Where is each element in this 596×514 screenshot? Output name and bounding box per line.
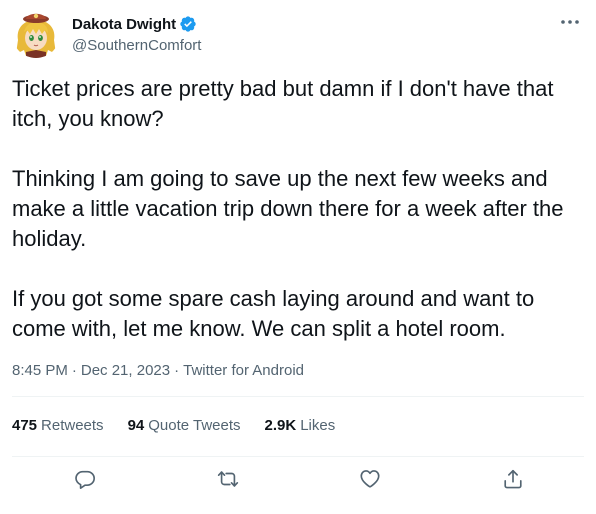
tweet-card: Dakota Dwight @SouthernComfort Ticket pr…: [0, 0, 596, 514]
avatar-image: [12, 10, 60, 58]
tweet-paragraph: Ticket prices are pretty bad but damn if…: [12, 76, 554, 131]
retweets-label: Retweets: [41, 417, 104, 434]
verified-badge-icon: [179, 15, 197, 33]
likes-label: Likes: [300, 417, 336, 434]
reply-icon: [75, 470, 95, 489]
tweet-text: Ticket prices are pretty bad but damn if…: [12, 74, 584, 344]
divider: [12, 396, 584, 397]
quote-tweets-count: 94: [127, 417, 145, 434]
tweet-date[interactable]: Dec 21, 2023: [81, 362, 170, 379]
retweets-count: 475: [12, 417, 38, 434]
share-button[interactable]: [500, 466, 526, 492]
display-name[interactable]: Dakota Dwight: [72, 16, 176, 33]
meta-separator: ·: [174, 362, 180, 379]
tweet-meta: 8:45 PM · Dec 21, 2023 · Twitter for And…: [12, 362, 304, 379]
quote-tweets-label: Quote Tweets: [148, 417, 241, 434]
likes-count: 2.9K: [264, 417, 297, 434]
avatar[interactable]: [12, 10, 60, 58]
tweet-paragraph: Thinking I am going to save up the next …: [12, 166, 564, 251]
retweet-button[interactable]: [215, 466, 241, 492]
reply-button[interactable]: [72, 466, 98, 492]
tweet-actions: [12, 466, 584, 492]
meta-separator: ·: [71, 362, 77, 379]
tweet-time[interactable]: 8:45 PM: [12, 362, 68, 379]
like-button[interactable]: [357, 466, 383, 492]
retweet-icon: [217, 471, 239, 487]
tweet-stats: 475 Retweets 94 Quote Tweets 2.9K Likes: [12, 417, 359, 434]
author-name-row: Dakota Dwight: [72, 14, 197, 34]
author-handle[interactable]: @SouthernComfort: [72, 37, 201, 54]
divider: [12, 456, 584, 457]
quote-tweets-stat[interactable]: 94 Quote Tweets: [128, 417, 241, 434]
tweet-paragraph: If you got some spare cash laying around…: [12, 286, 535, 341]
tweet-source[interactable]: Twitter for Android: [183, 362, 304, 379]
likes-stat[interactable]: 2.9K Likes: [265, 417, 336, 434]
share-icon: [504, 469, 522, 489]
heart-icon: [360, 470, 380, 488]
more-options-icon[interactable]: [558, 10, 582, 34]
retweets-stat[interactable]: 475 Retweets: [12, 417, 104, 434]
